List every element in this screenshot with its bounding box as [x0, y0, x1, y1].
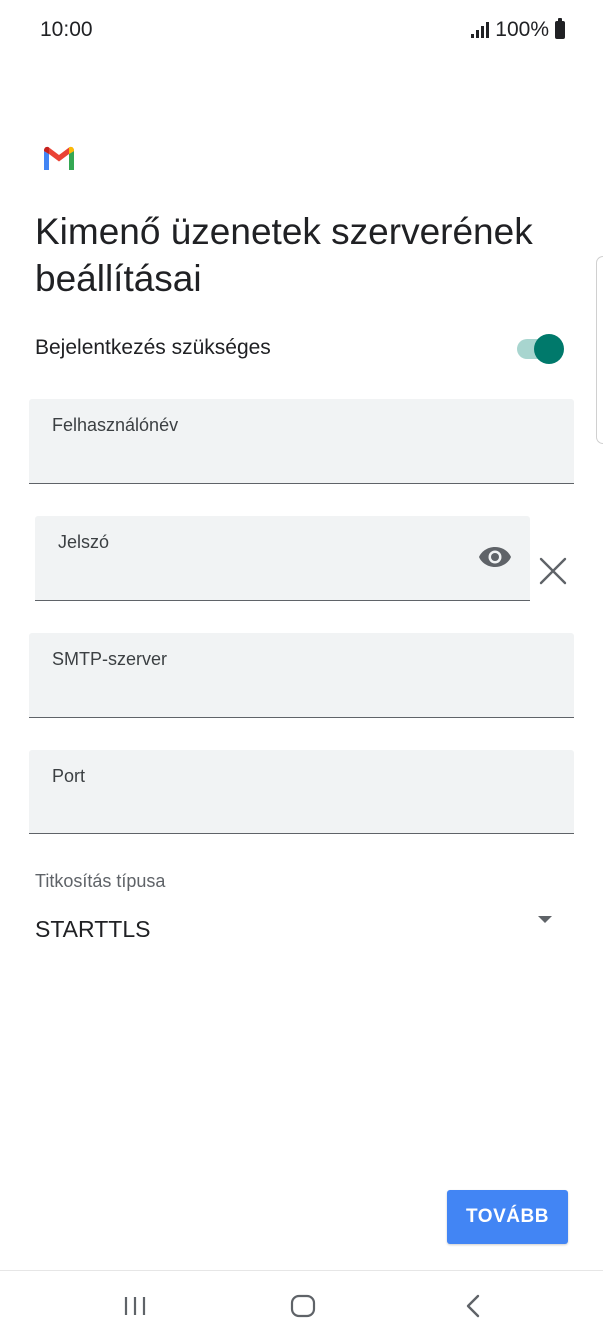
encryption-dropdown[interactable]: STARTTLS: [35, 908, 560, 952]
encryption-value: STARTTLS: [35, 916, 151, 942]
nav-divider: [0, 1270, 603, 1271]
password-label: Jelszó: [58, 532, 110, 552]
show-password-icon[interactable]: [478, 546, 512, 568]
scroll-indicator: [596, 256, 603, 444]
gmail-logo: [44, 146, 74, 170]
password-input[interactable]: [58, 560, 511, 585]
login-required-label: Bejelentkezés szükséges: [35, 336, 271, 359]
clear-password-icon[interactable]: [538, 556, 568, 586]
login-required-toggle[interactable]: [515, 334, 565, 364]
status-time: 10:00: [40, 18, 93, 41]
toggle-thumb: [534, 334, 564, 364]
dropdown-arrow-icon: [538, 916, 552, 923]
port-input[interactable]: [52, 794, 555, 819]
username-label: Felhasználónév: [52, 415, 179, 435]
encryption-label: Titkosítás típusa: [35, 871, 166, 891]
password-field[interactable]: Jelszó: [35, 516, 530, 601]
battery-percent: 100%: [495, 18, 549, 41]
smtp-server-label: SMTP-szerver: [52, 649, 168, 669]
port-label: Port: [52, 766, 86, 786]
port-field[interactable]: Port: [29, 750, 574, 834]
status-indicators: 100%: [471, 18, 565, 42]
next-button[interactable]: TOVÁBB: [447, 1190, 568, 1244]
recents-icon[interactable]: [120, 1292, 150, 1320]
page-title: Kimenő üzenetek szerverének beállításai: [35, 211, 533, 299]
battery-icon: [555, 18, 565, 39]
username-input[interactable]: [52, 443, 555, 468]
back-icon[interactable]: [460, 1292, 488, 1320]
smtp-server-input[interactable]: [52, 677, 555, 702]
home-icon[interactable]: [289, 1292, 317, 1320]
smtp-server-field[interactable]: SMTP-szerver: [29, 633, 574, 718]
username-field[interactable]: Felhasználónév: [29, 399, 574, 484]
signal-icon: [471, 22, 490, 38]
